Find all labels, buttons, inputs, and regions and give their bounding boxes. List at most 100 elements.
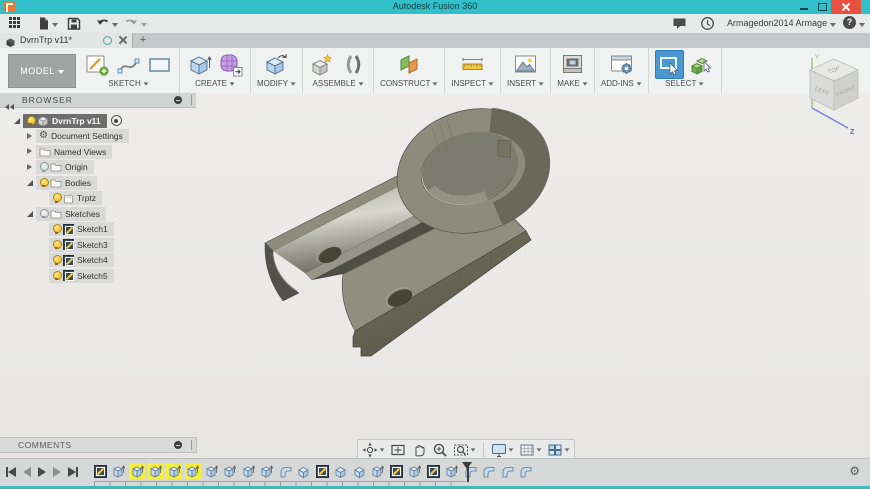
browser-node[interactable]: Sketches — [36, 207, 106, 221]
timeline-feature-box[interactable] — [296, 463, 312, 479]
close-button[interactable] — [831, 0, 861, 14]
view-cube[interactable]: TOP LEFT FRONT Y Z — [796, 50, 866, 143]
expand-icon[interactable] — [27, 164, 32, 170]
group-dropdown-make[interactable]: MAKE — [557, 79, 588, 88]
help-caret-icon[interactable] — [859, 23, 865, 27]
tool-create-sketch[interactable] — [84, 51, 111, 78]
browser-item-sketch3[interactable]: Sketch3 — [0, 237, 196, 253]
visibility-bulb-icon[interactable] — [52, 193, 60, 203]
play-button[interactable] — [38, 466, 46, 477]
tab-close-icon[interactable] — [118, 35, 127, 44]
display-settings-icon[interactable] — [491, 442, 514, 458]
group-dropdown-create[interactable]: CREATE — [195, 79, 235, 88]
activate-component-radio[interactable] — [111, 115, 122, 126]
group-dropdown-sketch[interactable]: SKETCH — [108, 79, 148, 88]
timeline-feature-sketch[interactable] — [92, 463, 108, 479]
timeline-feature-extrude[interactable] — [185, 463, 201, 479]
fit-view-icon[interactable] — [453, 442, 476, 458]
document-tab[interactable]: DvrnTrp v11* — [0, 33, 133, 48]
panel-options-icon[interactable] — [174, 96, 182, 104]
browser-item-bodies[interactable]: Bodies — [0, 175, 196, 191]
timeline-feature-box[interactable] — [333, 463, 349, 479]
tool-box[interactable] — [186, 51, 213, 78]
browser-node[interactable]: ⚙Document Settings — [36, 129, 129, 143]
timeline-settings-gear-icon[interactable]: ⚙ — [849, 464, 860, 478]
browser-node[interactable]: Sketch4 — [49, 253, 114, 267]
visibility-bulb-icon[interactable] — [52, 224, 60, 234]
redo-caret-icon[interactable] — [141, 23, 147, 27]
visibility-bulb-icon[interactable] — [39, 209, 47, 219]
comments-options-icon[interactable] — [174, 441, 182, 449]
browser-item-trptz[interactable]: Trptz — [0, 191, 196, 207]
minimize-button[interactable] — [795, 0, 813, 14]
new-tab-button[interactable]: + — [133, 33, 153, 48]
expand-icon[interactable] — [27, 133, 32, 139]
timeline-feature-extrude[interactable] — [444, 463, 460, 479]
tool-joint[interactable] — [340, 51, 367, 78]
timeline-feature-sketch[interactable] — [388, 463, 404, 479]
browser-item-origin[interactable]: Origin — [0, 160, 196, 176]
visibility-bulb-icon[interactable] — [52, 271, 60, 281]
timeline-feature-extrude[interactable] — [240, 463, 256, 479]
timeline-feature-fillet[interactable] — [481, 463, 497, 479]
timeline-feature-extrude[interactable] — [370, 463, 386, 479]
timeline-feature-fillet[interactable] — [518, 463, 534, 479]
panel-grip[interactable] — [191, 95, 192, 105]
comments-panel[interactable]: COMMENTS — [0, 437, 197, 453]
browser-item-document-settings[interactable]: ⚙Document Settings — [0, 129, 196, 145]
expand-icon[interactable] — [27, 149, 32, 155]
group-dropdown-select[interactable]: SELECT — [665, 79, 704, 88]
undo-icon[interactable] — [95, 16, 110, 34]
browser-header[interactable]: BROWSER — [0, 93, 196, 108]
user-caret-icon[interactable] — [830, 23, 836, 27]
timeline-feature-extrude[interactable] — [129, 463, 145, 479]
maximize-button[interactable] — [813, 0, 831, 14]
step-forward-button[interactable] — [53, 466, 61, 477]
tool-press-pull[interactable] — [263, 51, 290, 78]
browser-item-named-views[interactable]: Named Views — [0, 144, 196, 160]
browser-node[interactable]: Sketch1 — [49, 222, 114, 236]
timeline-feature-extrude[interactable] — [203, 463, 219, 479]
pan-icon[interactable] — [411, 442, 427, 458]
app-grid-icon[interactable] — [8, 16, 21, 34]
group-dropdown-modify[interactable]: MODIFY — [257, 79, 296, 88]
timeline-feature-sketch[interactable] — [314, 463, 330, 479]
tool-form[interactable] — [217, 51, 244, 78]
workspace-selector[interactable]: MODEL — [8, 54, 76, 88]
timeline-feature-fillet[interactable] — [499, 463, 515, 479]
tool-paint-select[interactable] — [688, 51, 715, 78]
redo-icon[interactable] — [124, 16, 139, 34]
timeline-feature-extrude[interactable] — [259, 463, 275, 479]
look-at-icon[interactable] — [390, 442, 406, 458]
visibility-bulb-icon[interactable] — [52, 255, 60, 265]
browser-item-sketch5[interactable]: Sketch5 — [0, 268, 196, 284]
visibility-bulb-icon[interactable] — [39, 178, 47, 188]
group-dropdown-assemble[interactable]: ASSEMBLE — [313, 79, 364, 88]
browser-node[interactable]: Bodies — [36, 176, 97, 190]
timeline-feature-extrude[interactable] — [222, 463, 238, 479]
viewports-icon[interactable] — [547, 442, 570, 458]
tool-print[interactable] — [559, 51, 586, 78]
browser-item-sketch4[interactable]: Sketch4 — [0, 253, 196, 269]
orbit-icon[interactable] — [362, 442, 385, 458]
go-to-start-button[interactable] — [6, 466, 16, 477]
grid-settings-icon[interactable] — [519, 442, 542, 458]
sync-status-icon[interactable] — [103, 36, 112, 45]
tool-plane[interactable] — [396, 51, 423, 78]
browser-node[interactable]: DvrnTrp v11 — [23, 114, 107, 128]
timeline-feature-extrude[interactable] — [111, 463, 127, 479]
timeline-feature-fillet[interactable] — [277, 463, 293, 479]
comments-grip[interactable] — [191, 440, 192, 450]
tool-spline[interactable] — [115, 51, 142, 78]
browser-item-dvrntrp-v11[interactable]: DvrnTrp v11 — [0, 113, 196, 129]
timeline-feature-extrude[interactable] — [148, 463, 164, 479]
collapse-icon[interactable] — [27, 180, 33, 186]
collapse-icon[interactable] — [14, 118, 20, 124]
tool-new-component[interactable] — [309, 51, 336, 78]
group-dropdown-insert[interactable]: INSERT — [507, 79, 544, 88]
group-dropdown-construct[interactable]: CONSTRUCT — [380, 79, 438, 88]
visibility-bulb-icon[interactable] — [26, 116, 34, 126]
group-dropdown-inspect[interactable]: INSPECT — [451, 79, 494, 88]
go-to-end-button[interactable] — [68, 466, 78, 477]
zoom-icon[interactable] — [432, 442, 448, 458]
